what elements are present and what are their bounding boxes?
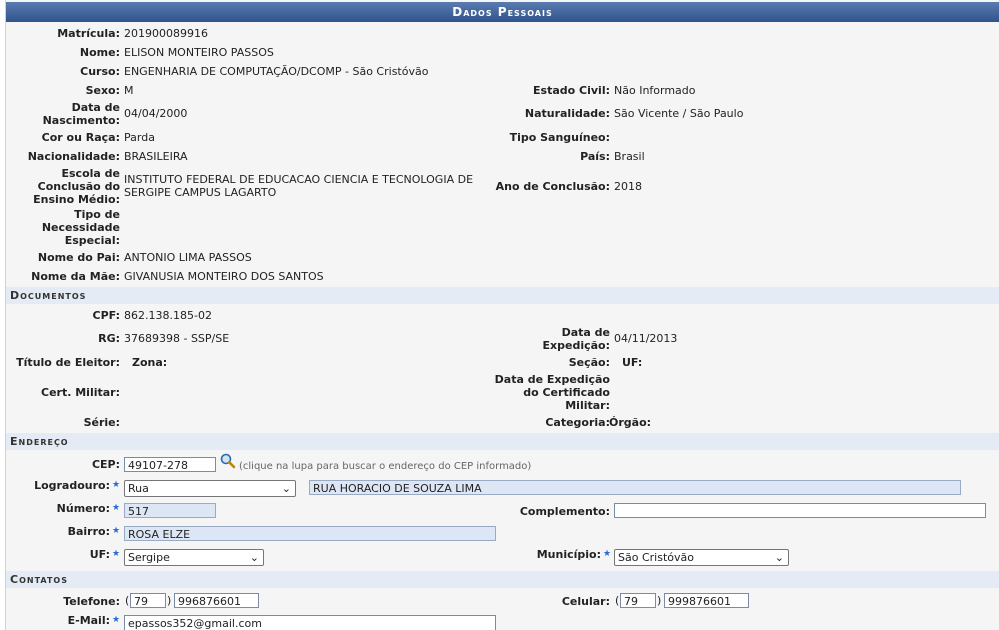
sexo-value: M bbox=[124, 84, 134, 97]
complemento-label: Complemento: bbox=[519, 505, 610, 518]
pais-value: Brasil bbox=[614, 150, 645, 163]
rg-value: 37689398 - SSP/SE bbox=[124, 332, 230, 345]
star-icon: ★ bbox=[112, 480, 121, 490]
titulo-eleitor-label: Título de Eleitor: bbox=[16, 356, 120, 369]
numero-input[interactable]: 517 bbox=[124, 503, 216, 518]
star-icon: ★ bbox=[112, 503, 121, 513]
estado-civil-value: Não Informado bbox=[614, 84, 696, 97]
expedicao-militar-label: Data de Expedição do Certificado Militar: bbox=[494, 373, 610, 412]
mae-label: Nome da Mãe: bbox=[31, 270, 120, 283]
tipo-sanguineo-label: Tipo Sanguíneo: bbox=[509, 131, 610, 144]
nacionalidade-value: BRASILEIRA bbox=[124, 150, 188, 163]
zona-label: Zona: bbox=[132, 356, 168, 369]
cep-label: CEP: bbox=[91, 458, 120, 471]
curso-value: ENGENHARIA DE COMPUTAÇÃO/DCOMP - São Cri… bbox=[124, 65, 429, 78]
municipio-label: Município: bbox=[536, 548, 601, 561]
logradouro-input[interactable]: RUA HORACIO DE SOUZA LIMA bbox=[309, 480, 961, 495]
celular-label: Celular: bbox=[561, 595, 610, 608]
orgao-label: Órgão: bbox=[609, 416, 652, 429]
naturalidade-value: São Vicente / São Paulo bbox=[614, 107, 744, 120]
matricula-value: 201900089916 bbox=[124, 27, 208, 40]
cpf-value: 862.138.185-02 bbox=[124, 309, 212, 322]
estado-civil-label: Estado Civil: bbox=[533, 84, 610, 97]
paren-open: ( bbox=[125, 594, 130, 607]
cpf-label: CPF: bbox=[92, 309, 120, 322]
pais-label: País: bbox=[580, 150, 610, 163]
nome-value: ELISON MONTEIRO PASSOS bbox=[124, 46, 274, 59]
paren-close: ) bbox=[167, 594, 172, 607]
nascimento-label: Data de Nascimento: bbox=[42, 101, 120, 127]
cep-input[interactable]: 49107-278 bbox=[124, 457, 216, 472]
telefone-input[interactable]: 996876601 bbox=[174, 593, 259, 608]
telefone-label: Telefone: bbox=[63, 595, 120, 608]
complemento-input[interactable] bbox=[614, 503, 986, 518]
paren-open: ( bbox=[615, 594, 620, 607]
paren-close: ) bbox=[657, 594, 662, 607]
bairro-label: Bairro: bbox=[67, 525, 110, 538]
star-icon: ★ bbox=[112, 526, 121, 536]
chevron-down-icon: ⌄ bbox=[249, 551, 259, 564]
star-icon: ★ bbox=[603, 549, 612, 559]
celular-ddd-input[interactable]: 79 bbox=[620, 593, 656, 608]
uf-select[interactable]: Sergipe ⌄ bbox=[124, 549, 264, 566]
secao-label: Seção: bbox=[568, 356, 610, 369]
expedicao-label: Data de Expedição: bbox=[542, 326, 611, 352]
email-label: E-Mail: bbox=[67, 614, 110, 627]
logradouro-label: Logradouro: bbox=[34, 479, 110, 492]
cert-militar-label: Cert. Militar: bbox=[41, 386, 120, 399]
star-icon: ★ bbox=[112, 615, 121, 625]
bairro-input[interactable]: ROSA ELZE bbox=[124, 526, 496, 541]
logradouro-tipo-select[interactable]: Rua ⌄ bbox=[124, 480, 296, 497]
escola-label: Escola de Conclusão do Ensino Médio: bbox=[33, 167, 120, 206]
mae-value: GIVANUSIA MONTEIRO DOS SANTOS bbox=[124, 270, 324, 283]
rg-label: RG: bbox=[98, 332, 120, 345]
section-endereco: Endereço bbox=[6, 433, 999, 450]
sexo-label: Sexo: bbox=[85, 84, 120, 97]
chevron-down-icon: ⌄ bbox=[774, 551, 784, 564]
municipio-select[interactable]: São Cristóvão ⌄ bbox=[614, 549, 789, 566]
cor-label: Cor ou Raça: bbox=[41, 131, 120, 144]
escola-value: INSTITUTO FEDERAL DE EDUCACAO CIENCIA E … bbox=[124, 173, 474, 199]
nome-label: Nome: bbox=[79, 46, 120, 59]
uf-doc-label: UF: bbox=[622, 356, 643, 369]
panel-title: Dados Pessoais bbox=[6, 2, 999, 22]
telefone-ddd-input[interactable]: 79 bbox=[130, 593, 166, 608]
ano-conclusao-label: Ano de Conclusão: bbox=[495, 180, 610, 193]
section-documentos: Documentos bbox=[6, 287, 999, 304]
matricula-label: Matrícula: bbox=[57, 27, 120, 40]
serie-label: Série: bbox=[83, 416, 120, 429]
section-contatos: Contatos bbox=[6, 571, 999, 588]
pai-value: ANTONIO LIMA PASSOS bbox=[124, 251, 252, 264]
necessidade-especial-label: Tipo de Necessidade Especial: bbox=[41, 208, 120, 247]
numero-label: Número: bbox=[56, 502, 110, 515]
nascimento-value: 04/04/2000 bbox=[124, 107, 188, 120]
celular-input[interactable]: 999876601 bbox=[664, 593, 749, 608]
nacionalidade-label: Nacionalidade: bbox=[27, 150, 120, 163]
form-panel: Dados Pessoais Matrícula: 201900089916 N… bbox=[5, 0, 999, 630]
pai-label: Nome do Pai: bbox=[37, 251, 120, 264]
chevron-down-icon: ⌄ bbox=[281, 482, 291, 495]
email-input[interactable]: epassos352@gmail.com bbox=[124, 615, 496, 630]
ano-conclusao-value: 2018 bbox=[614, 180, 642, 193]
curso-label: Curso: bbox=[80, 65, 120, 78]
categoria-label: Categoria: bbox=[545, 416, 610, 429]
naturalidade-label: Naturalidade: bbox=[524, 107, 610, 120]
cep-hint: (clique na lupa para buscar o endereço d… bbox=[239, 461, 532, 472]
star-icon: ★ bbox=[112, 549, 121, 559]
magnifier-icon[interactable] bbox=[219, 453, 237, 469]
cor-value: Parda bbox=[124, 131, 155, 144]
uf-label: UF: bbox=[89, 548, 110, 561]
expedicao-value: 04/11/2013 bbox=[614, 332, 678, 345]
